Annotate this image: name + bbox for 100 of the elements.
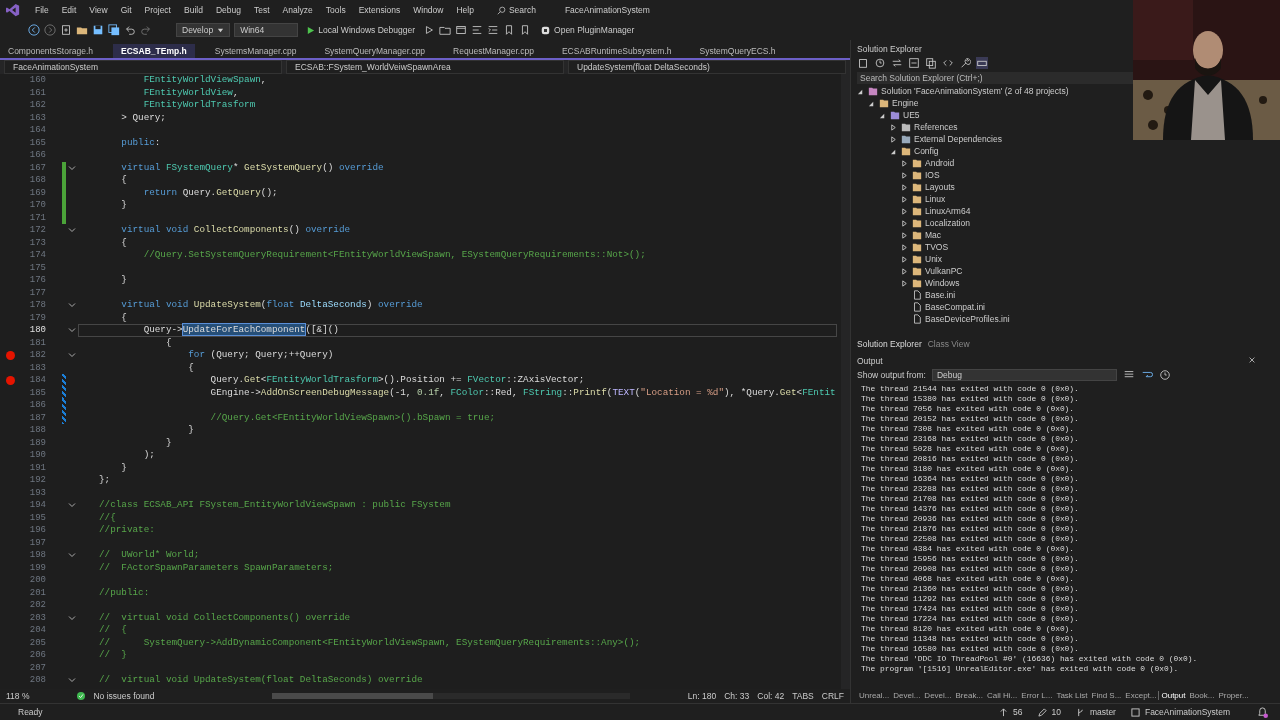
collapse-icon[interactable] [68, 613, 76, 622]
scope-dropdown[interactable]: ECSAB::FSystem_WorldVeiwSpawnArea [286, 60, 564, 74]
collapse-icon[interactable] [68, 551, 76, 560]
tree-item[interactable]: Config [914, 146, 939, 156]
collapse-icon[interactable] [68, 163, 76, 172]
collapsed-icon[interactable] [901, 171, 908, 179]
collapse-icon[interactable] [68, 676, 76, 685]
tool-tab[interactable]: Book... [1187, 690, 1217, 700]
panel-tab[interactable]: Class View [927, 338, 970, 350]
branch-name[interactable]: master [1089, 707, 1116, 717]
char-indicator[interactable]: Ch: 33 [724, 691, 750, 701]
sync-icon[interactable] [891, 57, 903, 69]
breakpoint-icon[interactable] [5, 350, 15, 360]
undo-icon[interactable] [124, 24, 136, 36]
tree-item[interactable]: Android [925, 158, 955, 168]
new-item-icon[interactable] [60, 24, 72, 36]
tree-item[interactable]: BaseDeviceProfiles.ini [925, 314, 1010, 324]
tree-item[interactable]: UE5 [903, 110, 920, 120]
tool-tab[interactable]: Except... [1123, 690, 1159, 700]
panel-tab[interactable]: Solution Explorer [857, 338, 922, 350]
tool-tab[interactable]: Devel... [922, 690, 954, 700]
home-icon[interactable] [857, 57, 869, 69]
collapsed-icon[interactable] [890, 123, 897, 131]
menu-item[interactable]: Tools [319, 3, 352, 17]
collapsed-icon[interactable] [901, 195, 908, 203]
indent-icon[interactable] [487, 24, 500, 36]
play-outline-icon[interactable] [423, 24, 436, 36]
collapsed-icon[interactable] [901, 255, 908, 263]
clock-icon[interactable] [1159, 369, 1171, 381]
collapse-icon[interactable] [68, 226, 76, 235]
changes-count[interactable]: 10 [1051, 707, 1061, 717]
menu-item[interactable]: Build [178, 3, 209, 17]
tool-tab[interactable]: Error L... [1019, 690, 1055, 700]
menu-item[interactable]: File [29, 3, 55, 17]
tree-item[interactable]: Base.ini [925, 290, 956, 300]
folder-icon[interactable] [439, 24, 452, 36]
line-indicator[interactable]: Ln: 180 [687, 691, 717, 701]
tree-item[interactable]: LinuxArm64 [925, 206, 971, 216]
file-tab[interactable]: ComponentsStorage.h [0, 44, 102, 58]
history-icon[interactable] [874, 57, 886, 69]
collapse-icon[interactable] [68, 301, 76, 310]
menu-item[interactable]: Window [407, 3, 450, 17]
menu-item[interactable]: Extensions [352, 3, 407, 17]
folder-icon[interactable] [76, 24, 88, 36]
file-tab[interactable]: ECSABRuntimeSubsystem.h [553, 44, 680, 58]
tree-item[interactable]: TVOS [925, 242, 949, 252]
menu-item[interactable]: Git [114, 3, 138, 17]
save-icon[interactable] [92, 24, 104, 36]
zoom-level[interactable]: 118 % [6, 691, 30, 701]
start-debugging-button[interactable]: Local Windows Debugger [302, 24, 420, 36]
collapsed-icon[interactable] [901, 219, 908, 227]
tree-item[interactable]: VulkanPC [925, 266, 963, 276]
tree-item[interactable]: References [914, 122, 958, 132]
menu-item[interactable]: Project [138, 3, 177, 17]
back-icon[interactable] [28, 24, 40, 36]
tool-tab[interactable]: Break... [953, 690, 986, 700]
collapse-icon[interactable] [68, 351, 76, 360]
platform-dropdown[interactable]: Win64 [234, 23, 299, 37]
collapsed-icon[interactable] [890, 135, 897, 143]
tool-tab[interactable]: Proper... [1216, 690, 1251, 700]
close-icon[interactable] [1248, 356, 1256, 364]
tool-tab[interactable]: Unreal... [857, 690, 892, 700]
tree-item[interactable]: IOS [925, 170, 940, 180]
tree-item[interactable]: Solution 'FaceAnimationSystem' (2 of 48 projects) [881, 86, 1069, 96]
incoming-count[interactable]: 56 [1013, 707, 1023, 717]
file-tab[interactable]: SystemQueryECS.h [691, 44, 784, 58]
preview-icon[interactable] [976, 57, 988, 69]
tree-item[interactable]: Localization [925, 218, 970, 228]
collapsed-icon[interactable] [901, 279, 908, 287]
collapsed-icon[interactable] [901, 231, 908, 239]
file-tab[interactable]: SystemQueryManager.cpp [316, 44, 434, 58]
tool-tab[interactable]: Find S... [1089, 690, 1124, 700]
file-tab[interactable]: RequestManager.cpp [445, 44, 542, 58]
member-dropdown[interactable]: UpdateSystem(float DeltaSeconds) [568, 60, 846, 74]
menu-item[interactable]: Test [247, 3, 276, 17]
tree-item[interactable]: External Dependencies [914, 134, 1002, 144]
copy-icon[interactable] [925, 57, 937, 69]
line-ending-indicator[interactable]: CRLF [821, 691, 844, 701]
collapsed-icon[interactable] [901, 159, 908, 167]
configuration-dropdown[interactable]: Develop [176, 23, 231, 37]
indent-indicator[interactable]: TABS [792, 691, 814, 701]
menu-item[interactable]: Help [450, 3, 480, 17]
tool-tab[interactable]: Devel... [891, 690, 923, 700]
search-button[interactable]: Search [490, 3, 542, 17]
comment-icon[interactable] [471, 24, 484, 36]
collapsed-icon[interactable] [901, 267, 908, 275]
save-all-icon[interactable] [108, 24, 120, 36]
repository-name[interactable]: FaceAnimationSystem [1144, 707, 1230, 717]
output-source-dropdown[interactable]: Debug [932, 369, 1117, 381]
collapse-icon[interactable] [68, 501, 76, 510]
tool-tab[interactable]: Call Hi... [985, 690, 1020, 700]
tree-item[interactable]: BaseCompat.ini [925, 302, 985, 312]
project-dropdown[interactable]: FaceAnimationSystem [4, 60, 282, 74]
tree-item[interactable]: Engine [892, 98, 919, 108]
redo-icon[interactable] [140, 24, 152, 36]
collapse-icon[interactable] [68, 326, 76, 335]
collapsed-icon[interactable] [901, 243, 908, 251]
collapsed-icon[interactable] [901, 183, 908, 191]
breakpoint-icon[interactable] [5, 375, 15, 385]
open-plugin-manager-button[interactable]: Open PluginManager [541, 25, 635, 35]
